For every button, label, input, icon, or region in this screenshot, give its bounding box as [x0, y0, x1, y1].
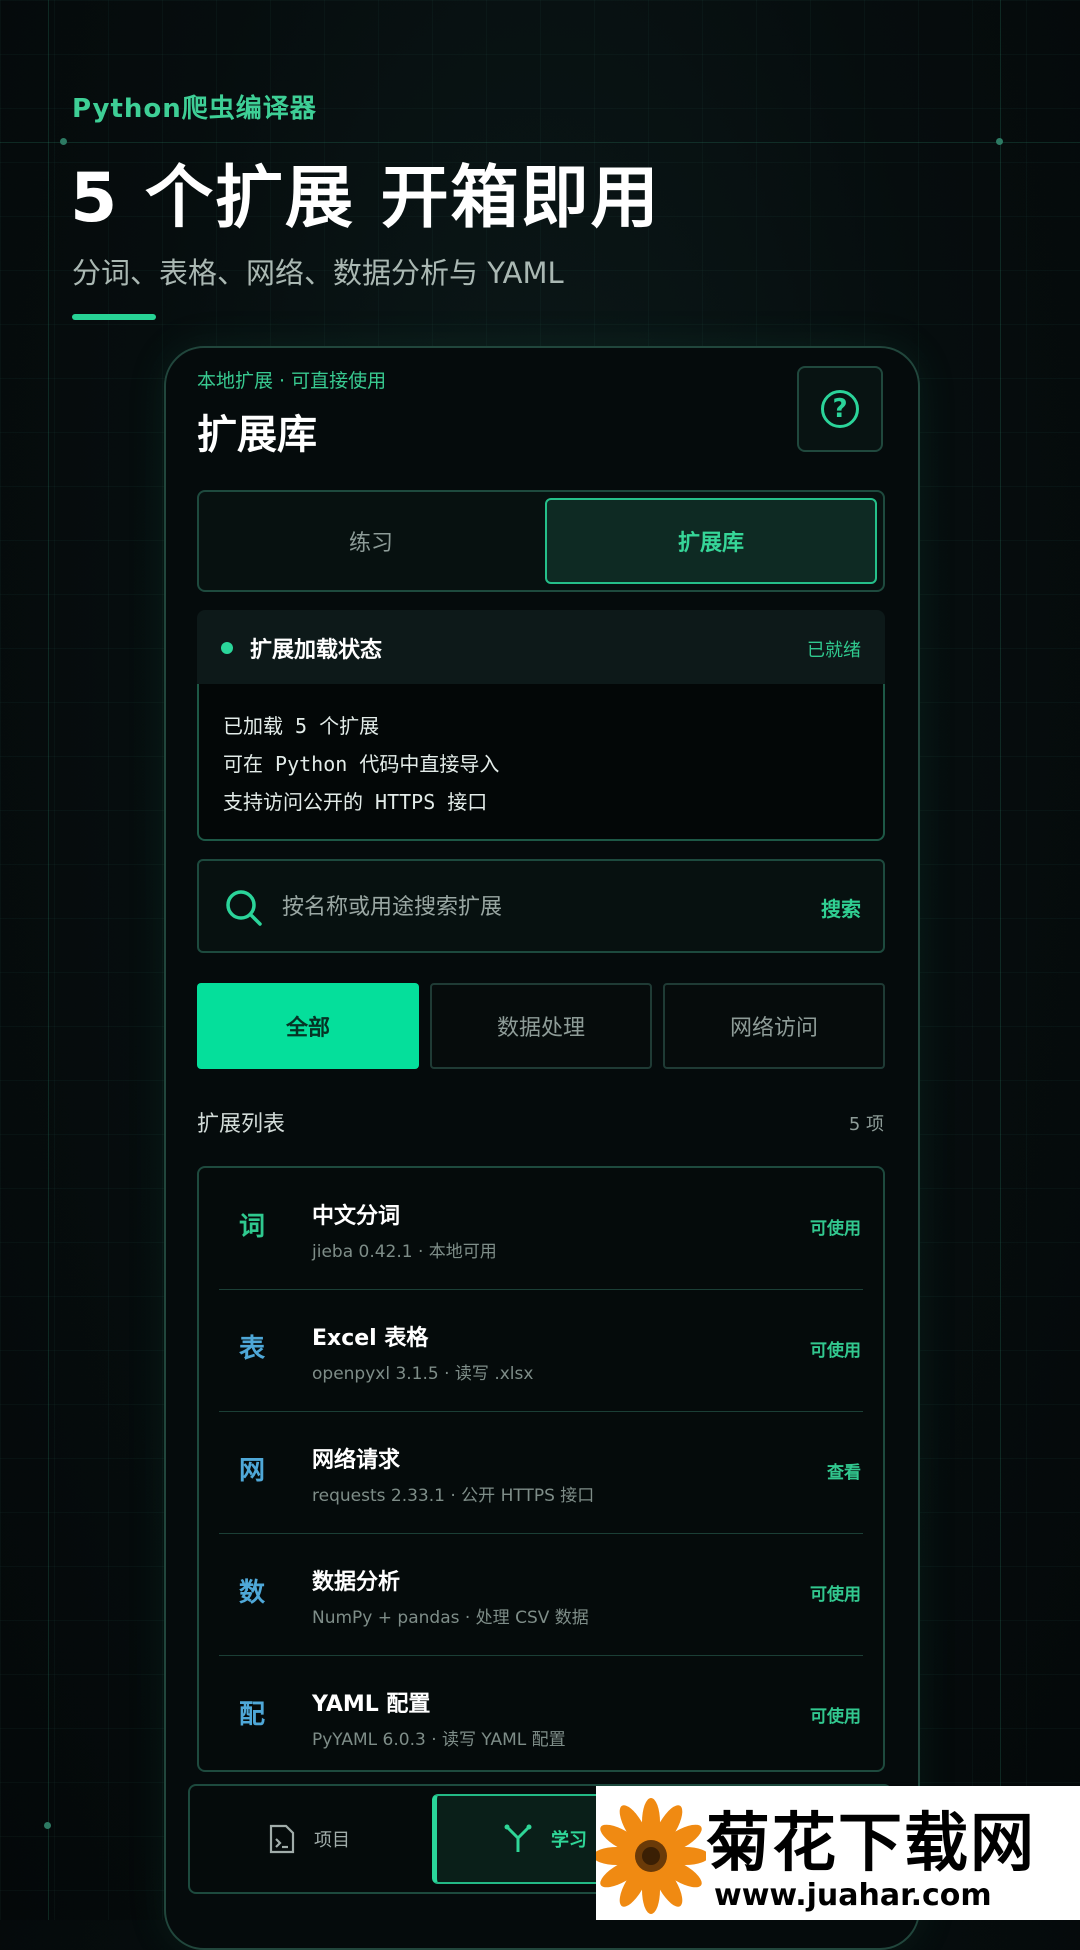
- list-item[interactable]: 配 YAML 配置 PyYAML 6.0.3 · 读写 YAML 配置 可使用: [199, 1656, 883, 1778]
- watermark-text: 菊花下载网: [706, 1807, 1036, 1881]
- tab-practice[interactable]: 练习: [205, 498, 537, 584]
- extension-name: 网络请求: [312, 1448, 401, 1473]
- promo-accent-bar: [72, 314, 156, 320]
- list-item[interactable]: 词 中文分词 jieba 0.42.1 · 本地可用 可使用: [199, 1168, 883, 1290]
- nav-label: 项目: [314, 1830, 350, 1851]
- extension-meta: NumPy + pandas · 处理 CSV 数据: [312, 1608, 589, 1628]
- decor-dot: [44, 1822, 51, 1829]
- extension-action[interactable]: 可使用: [810, 1214, 861, 1239]
- search-button[interactable]: 搜索: [821, 893, 861, 922]
- page-title: 扩展库: [197, 412, 317, 458]
- help-button[interactable]: ?: [797, 366, 883, 452]
- extension-name: YAML 配置: [312, 1692, 431, 1717]
- status-line: 可在 Python 代码中直接导入: [223, 752, 500, 776]
- decor-line: [48, 0, 49, 1920]
- extension-icon: 配: [239, 1700, 266, 1730]
- extension-action[interactable]: 可使用: [810, 1580, 861, 1605]
- extension-name: Excel 表格: [312, 1326, 429, 1351]
- segmented-tabs: 练习 扩展库: [197, 490, 885, 592]
- tab-extensions[interactable]: 扩展库: [545, 498, 877, 584]
- extension-icon: 词: [239, 1212, 266, 1242]
- nav-label: 学习: [551, 1830, 587, 1851]
- watermark-url: www.juahar.com: [714, 1878, 992, 1913]
- filter-all[interactable]: 全部: [197, 983, 419, 1069]
- promo-subtitle: 分词、表格、网络、数据分析与 YAML: [72, 256, 564, 290]
- status-line: 已加载 5 个扩展: [223, 714, 380, 738]
- extension-name: 数据分析: [312, 1570, 401, 1595]
- help-circle-icon: ?: [821, 390, 859, 428]
- section-label: 本地扩展 · 可直接使用: [197, 370, 387, 392]
- extension-icon: 网: [239, 1456, 266, 1486]
- list-item[interactable]: 网 网络请求 requests 2.33.1 · 公开 HTTPS 接口 查看: [199, 1412, 883, 1534]
- status-console: 已加载 5 个扩展 可在 Python 代码中直接导入 支持访问公开的 HTTP…: [197, 684, 885, 841]
- search-input[interactable]: [282, 887, 742, 927]
- status-header: 扩展加载状态 已就绪: [197, 610, 885, 684]
- promo-app-name: Python爬虫编译器: [72, 94, 317, 124]
- search-bar: 搜索: [197, 859, 885, 953]
- branch-icon: [504, 1824, 532, 1852]
- list-item[interactable]: 表 Excel 表格 openpyxl 3.1.5 · 读写 .xlsx 可使用: [199, 1290, 883, 1412]
- extension-meta: PyYAML 6.0.3 · 读写 YAML 配置: [312, 1730, 566, 1750]
- extension-list: 词 中文分词 jieba 0.42.1 · 本地可用 可使用 表 Excel 表…: [197, 1166, 885, 1772]
- list-title: 扩展列表: [197, 1112, 286, 1137]
- terminal-file-icon: [269, 1824, 295, 1854]
- list-item[interactable]: 数 数据分析 NumPy + pandas · 处理 CSV 数据 可使用: [199, 1534, 883, 1656]
- search-icon: [226, 890, 262, 926]
- decor-dot: [60, 138, 67, 145]
- extension-icon: 表: [239, 1334, 266, 1364]
- promo-headline: 5 个扩展 开箱即用: [70, 159, 661, 238]
- nav-item-projects[interactable]: 项目: [268, 1786, 350, 1892]
- flower-logo-icon: [596, 1798, 709, 1914]
- list-count: 5 项: [848, 1114, 884, 1135]
- status-title: 扩展加载状态: [250, 638, 383, 663]
- extension-meta: jieba 0.42.1 · 本地可用: [312, 1242, 497, 1262]
- watermark: 菊花下载网 www.juahar.com: [596, 1786, 1080, 1920]
- filter-data-processing[interactable]: 数据处理: [430, 983, 652, 1069]
- status-line: 支持访问公开的 HTTPS 接口: [223, 790, 488, 814]
- status-dot-icon: [221, 642, 233, 654]
- extension-action[interactable]: 查看: [827, 1458, 861, 1483]
- decor-line: [1000, 0, 1001, 1920]
- filter-network-access[interactable]: 网络访问: [663, 983, 885, 1069]
- extension-action[interactable]: 可使用: [810, 1702, 861, 1727]
- extension-action[interactable]: 可使用: [810, 1336, 861, 1361]
- extension-meta: requests 2.33.1 · 公开 HTTPS 接口: [312, 1486, 595, 1506]
- extension-icon: 数: [239, 1578, 266, 1608]
- extension-name: 中文分词: [312, 1204, 401, 1229]
- extension-meta: openpyxl 3.1.5 · 读写 .xlsx: [312, 1364, 534, 1384]
- decor-dot: [996, 138, 1003, 145]
- status-badge: 已就绪: [807, 640, 861, 661]
